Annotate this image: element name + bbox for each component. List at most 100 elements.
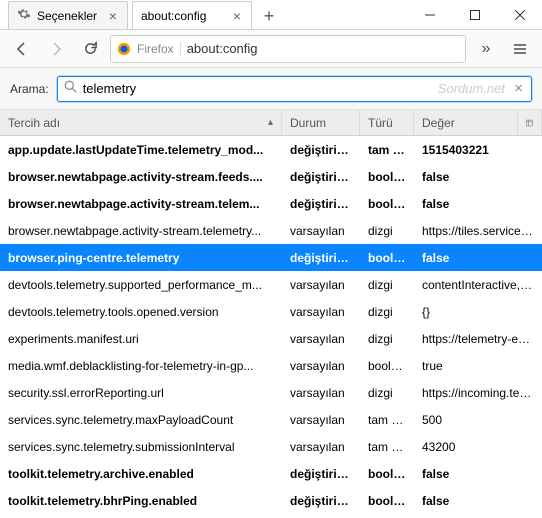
table-row[interactable]: security.ssl.errorReporting.urlvarsayıla…	[0, 379, 542, 406]
pref-value-cell: false	[414, 251, 542, 265]
pref-value-cell: 1515403221	[414, 143, 542, 157]
pref-type-cell: boolean	[360, 494, 414, 508]
search-label: Arama:	[10, 82, 49, 96]
column-header-value[interactable]: Değer	[414, 110, 518, 135]
pref-value-cell: 500	[414, 413, 542, 427]
pref-name-cell: browser.newtabpage.activity-stream.feeds…	[0, 170, 282, 184]
close-icon[interactable]: ×	[107, 8, 119, 24]
pref-status-cell: varsayılan	[282, 359, 360, 373]
table-row[interactable]: browser.newtabpage.activity-stream.telem…	[0, 190, 542, 217]
pref-name-cell: browser.newtabpage.activity-stream.telem…	[0, 197, 282, 211]
menu-button[interactable]	[506, 35, 534, 63]
close-icon[interactable]: ×	[231, 8, 243, 24]
column-picker-button[interactable]	[518, 110, 542, 135]
table-row[interactable]: services.sync.telemetry.maxPayloadCountv…	[0, 406, 542, 433]
pref-type-cell: dizgi	[360, 386, 414, 400]
pref-value-cell: false	[414, 494, 542, 508]
pref-type-cell: boolean	[360, 197, 414, 211]
pref-value-cell: true	[414, 359, 542, 373]
search-row: Arama: Sordum.net ×	[0, 68, 542, 110]
url-bar[interactable]: Firefox about:config	[110, 35, 466, 63]
pref-value-cell: 43200	[414, 440, 542, 454]
tab-label: Seçenekler	[37, 9, 101, 23]
tab-label: about:config	[141, 9, 225, 23]
pref-type-cell: boolean	[360, 170, 414, 184]
close-window-button[interactable]	[497, 0, 542, 30]
search-input[interactable]	[83, 81, 507, 96]
titlebar: Seçenekler × about:config × +	[0, 0, 542, 30]
pref-name-cell: app.update.lastUpdateTime.telemetry_mod.…	[0, 143, 282, 157]
pref-name-cell: security.ssl.errorReporting.url	[0, 386, 282, 400]
pref-value-cell: {}	[414, 305, 542, 319]
clear-search-button[interactable]: ×	[512, 80, 525, 97]
pref-table[interactable]: app.update.lastUpdateTime.telemetry_mod.…	[0, 136, 542, 518]
table-row[interactable]: browser.newtabpage.activity-stream.feeds…	[0, 163, 542, 190]
navbar: Firefox about:config »	[0, 30, 542, 68]
pref-type-cell: boolean	[360, 251, 414, 265]
gear-icon	[17, 7, 31, 24]
pref-status-cell: varsayılan	[282, 413, 360, 427]
pref-type-cell: dizgi	[360, 224, 414, 238]
pref-status-cell: varsayılan	[282, 224, 360, 238]
column-headers: Tercih adı ▴ Durum Türü Değer	[0, 110, 542, 136]
pref-name-cell: devtools.telemetry.tools.opened.version	[0, 305, 282, 319]
table-row[interactable]: browser.newtabpage.activity-stream.telem…	[0, 217, 542, 244]
maximize-button[interactable]	[452, 0, 497, 30]
pref-status-cell: varsayılan	[282, 386, 360, 400]
pref-status-cell: varsayılan	[282, 332, 360, 346]
new-tab-button[interactable]: +	[256, 3, 282, 29]
table-row[interactable]: browser.ping-centre.telemetrydeğiştirilm…	[0, 244, 542, 271]
pref-name-cell: media.wmf.deblacklisting-for-telemetry-i…	[0, 359, 282, 373]
table-row[interactable]: toolkit.telemetry.bhrPing.enableddeğişti…	[0, 487, 542, 514]
pref-name-cell: devtools.telemetry.supported_performance…	[0, 278, 282, 292]
pref-name-cell: experiments.manifest.uri	[0, 332, 282, 346]
pref-status-cell: varsayılan	[282, 278, 360, 292]
pref-status-cell: değiştirilmiş	[282, 143, 360, 157]
url-text: about:config	[187, 41, 459, 56]
minimize-button[interactable]	[407, 0, 452, 30]
table-row[interactable]: devtools.telemetry.tools.opened.versionv…	[0, 298, 542, 325]
column-header-status[interactable]: Durum	[282, 110, 360, 135]
back-button[interactable]	[8, 35, 36, 63]
search-icon	[64, 80, 77, 98]
table-row[interactable]: experiments.manifest.urivarsayılandizgih…	[0, 325, 542, 352]
pref-type-cell: boolean	[360, 467, 414, 481]
column-header-name[interactable]: Tercih adı ▴	[0, 110, 282, 135]
pref-name-cell: toolkit.telemetry.archive.enabled	[0, 467, 282, 481]
pref-type-cell: dizgi	[360, 278, 414, 292]
forward-button[interactable]	[42, 35, 70, 63]
pref-name-cell: services.sync.telemetry.submissionInterv…	[0, 440, 282, 454]
reload-button[interactable]	[76, 35, 104, 63]
table-row[interactable]: toolkit.telemetry.cachedClientIDdeğiştir…	[0, 514, 542, 518]
table-row[interactable]: services.sync.telemetry.submissionInterv…	[0, 433, 542, 460]
pref-status-cell: değiştirilmiş	[282, 197, 360, 211]
pref-type-cell: boolean	[360, 359, 414, 373]
pref-value-cell: https://telemetry-exp...	[414, 332, 542, 346]
pref-status-cell: değiştirilmiş	[282, 467, 360, 481]
pref-value-cell: https://tiles.services....	[414, 224, 542, 238]
pref-value-cell: false	[414, 467, 542, 481]
firefox-icon	[117, 42, 131, 56]
pref-value-cell: false	[414, 197, 542, 211]
pref-value-cell: false	[414, 170, 542, 184]
window-controls	[407, 0, 542, 29]
pref-name-cell: browser.ping-centre.telemetry	[0, 251, 282, 265]
pref-status-cell: değiştirilmiş	[282, 170, 360, 184]
tab-options[interactable]: Seçenekler ×	[8, 1, 128, 29]
pref-value-cell: https://incoming.tele...	[414, 386, 542, 400]
table-row[interactable]: media.wmf.deblacklisting-for-telemetry-i…	[0, 352, 542, 379]
table-row[interactable]: app.update.lastUpdateTime.telemetry_mod.…	[0, 136, 542, 163]
pref-name-cell: browser.newtabpage.activity-stream.telem…	[0, 224, 282, 238]
pref-type-cell: tam sayı	[360, 143, 414, 157]
sort-asc-icon: ▴	[268, 117, 273, 128]
pref-status-cell: değiştirilmiş	[282, 251, 360, 265]
search-box[interactable]: Sordum.net ×	[57, 76, 532, 102]
pref-value-cell: contentInteractive,na...	[414, 278, 542, 292]
tab-aboutconfig[interactable]: about:config ×	[132, 1, 252, 29]
pref-name-cell: services.sync.telemetry.maxPayloadCount	[0, 413, 282, 427]
column-header-type[interactable]: Türü	[360, 110, 414, 135]
pref-type-cell: dizgi	[360, 332, 414, 346]
overflow-button[interactable]: »	[472, 35, 500, 63]
table-row[interactable]: devtools.telemetry.supported_performance…	[0, 271, 542, 298]
table-row[interactable]: toolkit.telemetry.archive.enableddeğişti…	[0, 460, 542, 487]
